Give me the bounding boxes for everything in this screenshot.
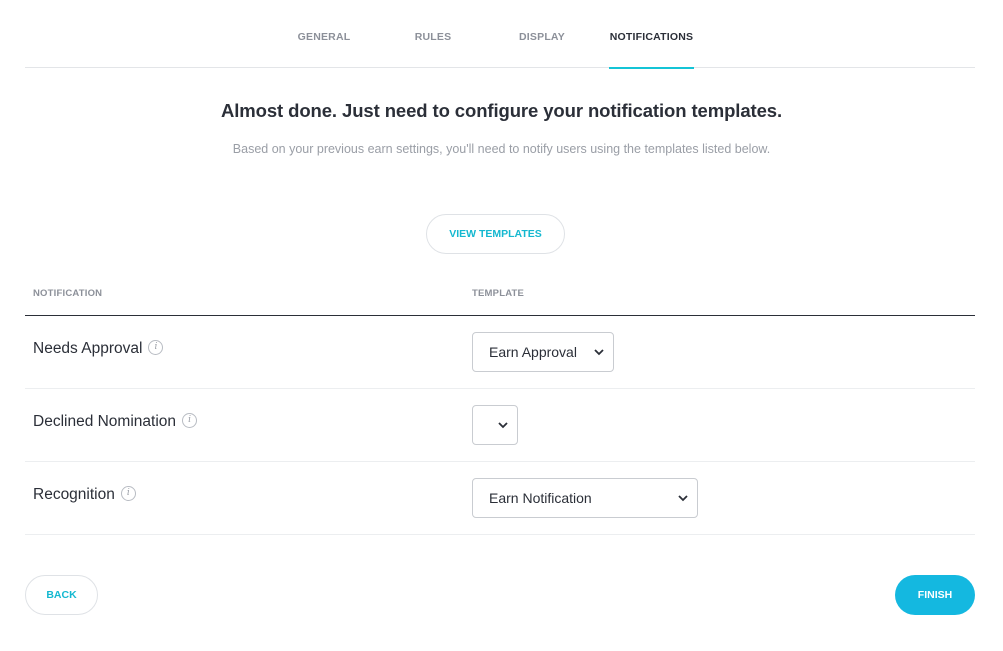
tab-bar: GENERAL RULES DISPLAY NOTIFICATIONS xyxy=(25,0,975,69)
info-icon[interactable]: i xyxy=(182,412,198,428)
notification-name: Needs Approval i xyxy=(33,339,164,358)
page-subtitle: Based on your previous earn settings, yo… xyxy=(232,142,771,156)
chevron-down-icon xyxy=(678,495,688,502)
chevron-down-icon xyxy=(498,422,508,429)
tab-general[interactable]: GENERAL xyxy=(280,0,368,68)
template-select[interactable]: Earn Notification xyxy=(472,478,698,518)
template-select[interactable]: Earn Approval xyxy=(472,332,614,372)
template-select-value: Earn Approval xyxy=(489,344,577,360)
template-select[interactable] xyxy=(472,405,518,445)
table-row: Recognition i Earn Notification xyxy=(25,462,975,535)
column-header-notification: NOTIFICATION xyxy=(33,288,103,299)
chevron-down-icon xyxy=(594,349,604,356)
table-row: Declined Nomination i xyxy=(25,389,975,462)
notification-name: Recognition i xyxy=(33,485,136,504)
view-templates-button[interactable]: VIEW TEMPLATES xyxy=(426,214,565,254)
info-icon[interactable]: i xyxy=(148,339,164,355)
page-title: Almost done. Just need to configure your… xyxy=(221,100,782,121)
column-header-template: TEMPLATE xyxy=(472,288,525,299)
tab-notifications[interactable]: NOTIFICATIONS xyxy=(609,0,694,69)
tab-display[interactable]: DISPLAY xyxy=(502,0,582,68)
info-icon[interactable]: i xyxy=(120,485,136,501)
tab-rules[interactable]: RULES xyxy=(397,0,469,68)
notification-label: Declined Nomination xyxy=(33,413,177,430)
finish-button[interactable]: FINISH xyxy=(895,575,975,615)
notification-label: Needs Approval xyxy=(33,340,143,357)
template-select-value: Earn Notification xyxy=(489,490,592,506)
notification-name: Declined Nomination i xyxy=(33,412,198,431)
table-row: Needs Approval i Earn Approval xyxy=(25,316,975,389)
table-header: NOTIFICATION TEMPLATE xyxy=(25,278,975,316)
back-button[interactable]: BACK xyxy=(25,575,98,615)
notification-label: Recognition xyxy=(33,486,115,503)
